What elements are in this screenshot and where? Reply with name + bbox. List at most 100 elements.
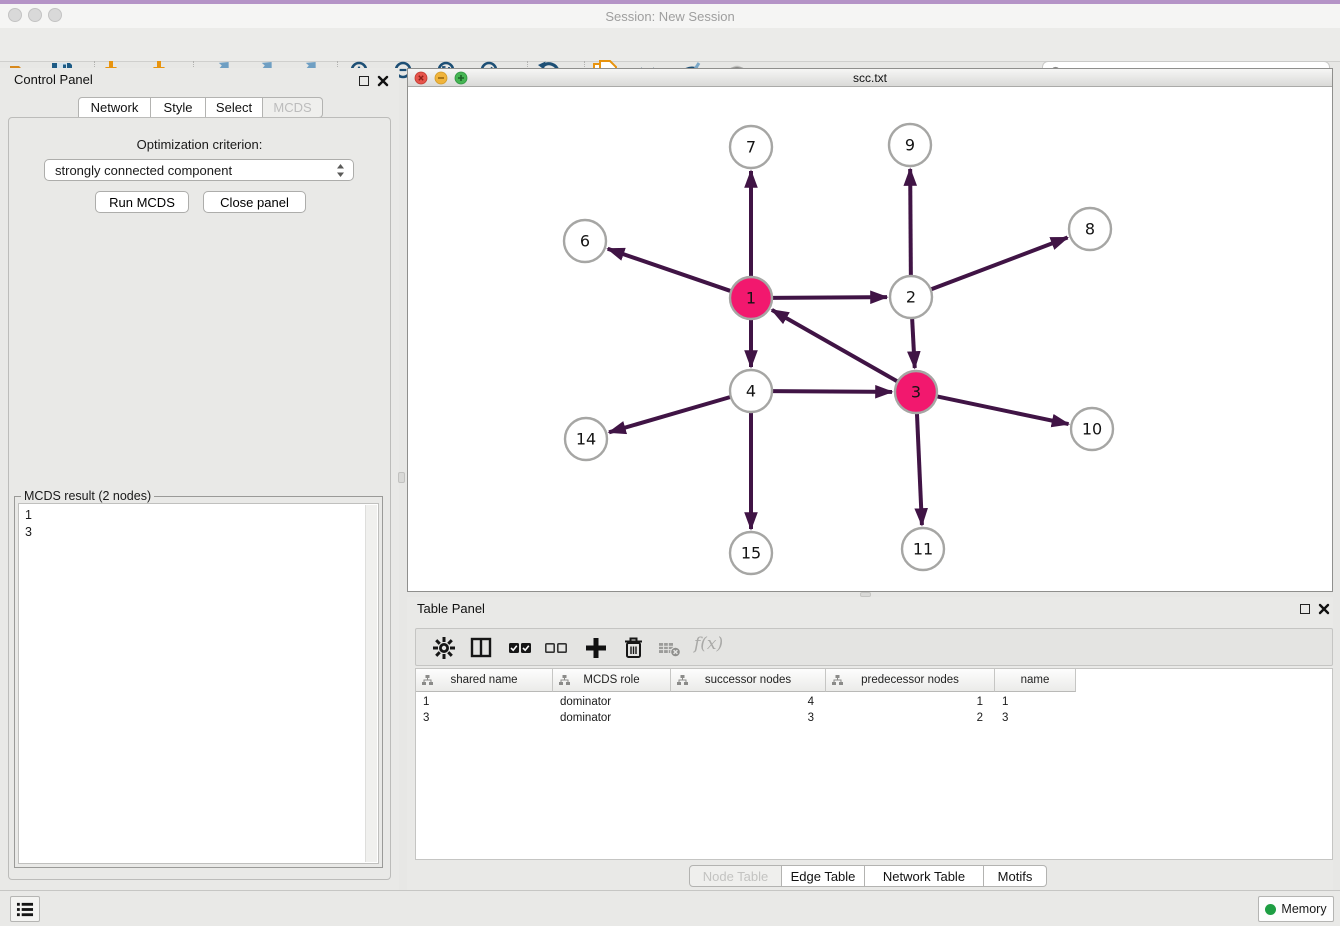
graph-node-9[interactable]: 9 (889, 124, 931, 166)
graph-node-7[interactable]: 7 (730, 126, 772, 168)
graph-node-label: 6 (580, 232, 590, 251)
graph-edge-2-3[interactable] (912, 318, 915, 368)
function-builder-icon[interactable]: f(x) (694, 634, 723, 654)
main-toolbar (0, 28, 1340, 62)
graph-edge-2-8[interactable] (931, 238, 1068, 290)
column-header-mcds-role[interactable]: MCDS role (553, 669, 671, 692)
table-panel: Table Panel (407, 597, 1333, 890)
float-panel-icon[interactable] (359, 76, 369, 86)
cell-predecessor-nodes[interactable]: 1 (826, 694, 995, 710)
cell-predecessor-nodes[interactable]: 2 (826, 710, 995, 726)
graph-node-15[interactable]: 15 (730, 532, 772, 574)
graph-node-6[interactable]: 6 (564, 220, 606, 262)
cell-name[interactable]: 1 (995, 694, 1076, 710)
table-toolbar: f(x) (415, 628, 1333, 666)
column-header-successor-nodes[interactable]: successor nodes (671, 669, 826, 692)
criterion-selected-value: strongly connected component (55, 163, 336, 178)
graph-edge-3-11[interactable] (917, 413, 922, 525)
tab-network-table[interactable]: Network Table (865, 865, 984, 887)
column-header-predecessor-nodes[interactable]: predecessor nodes (826, 669, 995, 692)
task-list-icon (16, 901, 34, 918)
cell-shared-name[interactable]: 1 (416, 694, 553, 710)
table-row[interactable]: 3 dominator 3 2 3 (416, 710, 1076, 726)
close-table-panel-icon[interactable] (1318, 603, 1330, 615)
network-window-titlebar[interactable]: scc.txt (408, 69, 1332, 87)
mcds-result-textarea[interactable]: 1 3 (18, 503, 379, 864)
graph-node-8[interactable]: 8 (1069, 208, 1111, 250)
graph-node-label: 7 (746, 138, 756, 157)
add-column-icon[interactable] (584, 636, 608, 660)
criterion-dropdown[interactable]: strongly connected component (44, 159, 354, 181)
select-all-columns-icon[interactable] (508, 636, 532, 660)
graph-node-10[interactable]: 10 (1071, 408, 1113, 450)
graph-node-label: 15 (741, 544, 761, 563)
network-canvas[interactable]: 7 9 6 8 1 2 4 3 14 10 15 11 (408, 87, 1332, 591)
memory-status-icon (1265, 904, 1276, 915)
control-panel-tabs: Network Style Select MCDS (78, 97, 323, 118)
column-browser-icon[interactable] (469, 636, 493, 660)
control-panel: Control Panel Network Style Select MCDS … (0, 68, 399, 890)
graph-node-3[interactable]: 3 (895, 371, 937, 413)
run-mcds-button[interactable]: Run MCDS (95, 191, 189, 213)
tab-select[interactable]: Select (206, 97, 263, 118)
graph-edge-4-3[interactable] (772, 391, 892, 392)
attribute-type-icon (559, 675, 570, 686)
cell-successor-nodes[interactable]: 4 (671, 694, 826, 710)
attribute-type-icon (422, 675, 433, 686)
column-header-name[interactable]: name (995, 669, 1076, 692)
graph-edge-3-1[interactable] (772, 310, 898, 382)
table-header-row: shared name MCDS role successor nodes pr… (416, 669, 1076, 692)
table-panel-tabs: Node Table Edge Table Network Table Moti… (689, 865, 1047, 887)
result-scrollbar[interactable] (365, 505, 377, 862)
tab-node-table[interactable]: Node Table (689, 865, 782, 887)
graph-node-4[interactable]: 4 (730, 370, 772, 412)
cell-mcds-role[interactable]: dominator (553, 694, 671, 710)
column-header-shared-name[interactable]: shared name (416, 669, 553, 692)
graph-node-label: 10 (1082, 420, 1102, 439)
cell-successor-nodes[interactable]: 3 (671, 710, 826, 726)
tab-motifs[interactable]: Motifs (984, 865, 1047, 887)
float-table-panel-icon[interactable] (1300, 604, 1310, 614)
task-history-button[interactable] (10, 896, 40, 922)
graph-node-1[interactable]: 1 (730, 277, 772, 319)
graph-node-2[interactable]: 2 (890, 276, 932, 318)
graph-edge-2-9[interactable] (910, 169, 911, 276)
network-view-window: scc.txt 7 9 6 8 1 2 4 3 14 10 15 11 (407, 68, 1333, 592)
graph-node-11[interactable]: 11 (902, 528, 944, 570)
attribute-type-icon (677, 675, 688, 686)
cell-mcds-role[interactable]: dominator (553, 710, 671, 726)
mcds-result-line: 1 (25, 507, 378, 524)
graph-edge-1-2[interactable] (772, 297, 887, 298)
tab-edge-table[interactable]: Edge Table (782, 865, 865, 887)
graph-node-label: 14 (576, 430, 596, 449)
graph-node-label: 1 (746, 289, 756, 308)
graph-node-14[interactable]: 14 (565, 418, 607, 460)
table-row[interactable]: 1 dominator 4 1 1 (416, 694, 1076, 710)
gear-icon[interactable] (432, 636, 456, 660)
vertical-splitter-handle[interactable] (398, 472, 405, 483)
delete-table-icon[interactable] (658, 636, 682, 660)
graph-node-label: 8 (1085, 220, 1095, 239)
mcds-result-title: MCDS result (2 nodes) (21, 489, 154, 503)
tab-mcds[interactable]: MCDS (263, 97, 323, 118)
graph-svg: 7 9 6 8 1 2 4 3 14 10 15 11 (408, 87, 1332, 592)
tab-style[interactable]: Style (151, 97, 206, 118)
tab-network[interactable]: Network (78, 97, 151, 118)
graph-edge-3-10[interactable] (937, 396, 1069, 424)
cell-shared-name[interactable]: 3 (416, 710, 553, 726)
close-panel-icon[interactable] (377, 75, 389, 87)
delete-column-icon[interactable] (622, 636, 646, 660)
graph-node-label: 4 (746, 382, 756, 401)
mcds-result-line: 3 (25, 524, 378, 541)
graph-edge-4-14[interactable] (609, 397, 731, 432)
close-panel-button[interactable]: Close panel (203, 191, 306, 213)
status-bar: Memory (0, 890, 1340, 926)
graph-edge-1-6[interactable] (608, 249, 731, 291)
table-panel-title: Table Panel (417, 601, 485, 616)
graph-node-label: 3 (911, 383, 921, 402)
deselect-all-columns-icon[interactable] (544, 636, 568, 660)
attribute-type-icon (832, 675, 843, 686)
app-titlebar: Session: New Session (0, 4, 1340, 28)
cell-name[interactable]: 3 (995, 710, 1076, 726)
memory-button[interactable]: Memory (1258, 896, 1334, 922)
